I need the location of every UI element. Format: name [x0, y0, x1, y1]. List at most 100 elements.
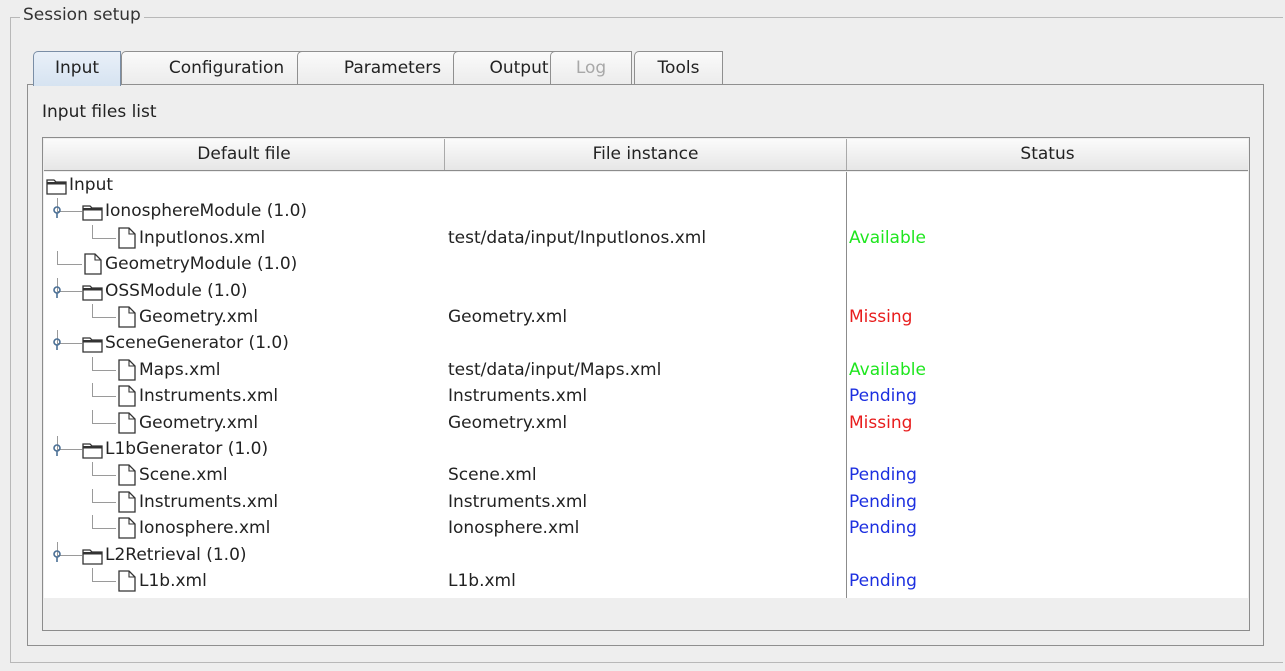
tab-label: Configuration — [168, 58, 285, 78]
folder-icon — [82, 441, 104, 464]
file-icon — [116, 570, 138, 597]
table-row[interactable]: Instruments.xml Instruments.xml Pending — [44, 488, 1248, 518]
tree-connector — [92, 488, 93, 503]
tab-label: Log — [575, 58, 607, 78]
tree-handle-icon[interactable] — [52, 442, 66, 462]
tree-connector — [92, 528, 116, 530]
table-row[interactable]: Scene.xml Scene.xml Pending — [44, 462, 1248, 488]
input-files-table: Default file File instance Status Input I… — [42, 137, 1250, 631]
tree-handle-icon[interactable] — [52, 204, 66, 224]
table-row[interactable]: L1bGenerator (1.0) — [44, 436, 1248, 462]
group-title: Session setup — [20, 5, 144, 25]
tree-connector — [92, 383, 93, 398]
file-instance-cell: L1b.xml — [448, 571, 516, 591]
table-row[interactable]: Geometry.xml Geometry.xml Missing — [44, 409, 1248, 439]
folder-icon — [82, 547, 104, 570]
tree-connector — [92, 224, 93, 239]
tree-connector — [92, 356, 93, 371]
tree-handle-icon[interactable] — [52, 336, 66, 356]
file-icon — [116, 464, 138, 491]
file-instance-cell: Instruments.xml — [448, 386, 588, 407]
status-cell: Pending — [849, 386, 917, 407]
tree-connector — [92, 581, 116, 582]
tab-label: Tools — [657, 58, 700, 78]
tree-connector — [92, 409, 93, 424]
tree-connector — [92, 369, 116, 371]
default-file-cell: Scene.xml — [139, 465, 228, 486]
column-header-file-instance[interactable]: File instance — [445, 139, 847, 170]
folder-icon — [82, 283, 104, 306]
table-row[interactable]: SceneGenerator (1.0) — [44, 330, 1248, 356]
table-row[interactable]: Input — [44, 172, 1248, 198]
default-file-cell: Input — [69, 175, 114, 195]
table-row[interactable]: IonosphereModule (1.0) — [44, 198, 1248, 224]
default-file-cell: InputIonos.xml — [139, 227, 266, 248]
file-icon — [116, 359, 138, 386]
file-icon — [116, 491, 138, 518]
table-row[interactable]: L2Retrieval (1.0) — [44, 541, 1248, 570]
file-instance-cell: Geometry.xml — [448, 412, 568, 433]
default-file-cell: Instruments.xml — [139, 491, 279, 512]
table-row[interactable]: Ionosphere.xml Ionosphere.xml Pending — [44, 515, 1248, 541]
tree-connector — [92, 237, 116, 239]
status-cell: Pending — [849, 571, 917, 591]
file-instance-cell: test/data/input/Maps.xml — [448, 359, 662, 380]
default-file-cell: IonosphereModule (1.0) — [105, 201, 308, 222]
status-cell: Pending — [849, 465, 917, 486]
file-icon — [116, 517, 138, 544]
tree-connector — [92, 396, 116, 398]
table-row[interactable]: InputIonos.xml test/data/input/InputIonos… — [44, 224, 1248, 254]
tab-input[interactable]: Input — [33, 51, 121, 86]
table-row[interactable]: Maps.xml test/data/input/Maps.xml Availabl… — [44, 356, 1248, 386]
tree-handle-icon[interactable] — [52, 548, 66, 568]
column-header-status[interactable]: Status — [847, 139, 1248, 170]
tab-label: Output — [489, 58, 549, 78]
tab-tools[interactable]: Tools — [634, 51, 723, 84]
tree-connector — [57, 251, 58, 266]
table-row[interactable]: GeometryModule (1.0) — [44, 251, 1248, 277]
tab-log: Log — [550, 51, 632, 84]
tree-connector — [92, 515, 93, 530]
default-file-cell: L2Retrieval (1.0) — [105, 544, 247, 565]
file-icon — [116, 227, 138, 254]
status-cell: Missing — [849, 307, 913, 327]
default-file-cell: Geometry.xml — [139, 412, 259, 433]
table-row[interactable]: Geometry.xml Geometry.xml Missing — [44, 304, 1248, 330]
status-cell: Available — [849, 227, 926, 248]
default-file-cell: GeometryModule (1.0) — [105, 254, 298, 275]
input-files-list-label: Input files list — [42, 102, 157, 122]
default-file-cell: Ionosphere.xml — [139, 518, 271, 539]
tab-label: Parameters — [343, 58, 442, 78]
column-header-default-file[interactable]: Default file — [44, 139, 445, 170]
file-instance-cell: Instruments.xml — [448, 491, 588, 512]
status-cell: Missing — [849, 412, 913, 433]
file-instance-cell: Ionosphere.xml — [448, 518, 580, 539]
tree-connector — [92, 422, 116, 424]
tree-connector — [92, 501, 116, 503]
tree-handle-icon[interactable] — [52, 284, 66, 304]
folder-icon — [46, 177, 68, 200]
file-icon — [116, 411, 138, 439]
status-cell: Pending — [849, 518, 917, 539]
table-row[interactable]: L1b.xml L1b.xml Pending — [44, 568, 1248, 594]
tab-label: Input — [54, 58, 100, 78]
default-file-cell: SceneGenerator (1.0) — [105, 333, 289, 354]
tree-connector — [92, 462, 93, 477]
default-file-cell: Instruments.xml — [139, 386, 279, 407]
file-instance-cell: test/data/input/InputIonos.xml — [448, 227, 707, 248]
status-cell: Pending — [849, 491, 917, 512]
default-file-cell: OSSModule (1.0) — [105, 280, 248, 301]
table-row[interactable]: Instruments.xml Instruments.xml Pending — [44, 383, 1248, 409]
default-file-cell: L1b.xml — [139, 571, 207, 591]
folder-icon — [82, 203, 104, 226]
file-instance-cell: Scene.xml — [448, 465, 537, 486]
file-icon — [116, 306, 138, 333]
table-body: Input IonosphereModule (1.0) InputIonos.xm… — [44, 172, 1248, 598]
file-instance-cell: Geometry.xml — [448, 307, 568, 327]
table-row[interactable]: OSSModule (1.0) — [44, 277, 1248, 306]
default-file-cell: Geometry.xml — [139, 307, 259, 327]
file-icon — [82, 253, 104, 280]
tree-connector — [92, 475, 116, 477]
default-file-cell: L1bGenerator (1.0) — [105, 439, 269, 459]
tree-connector — [92, 304, 93, 318]
